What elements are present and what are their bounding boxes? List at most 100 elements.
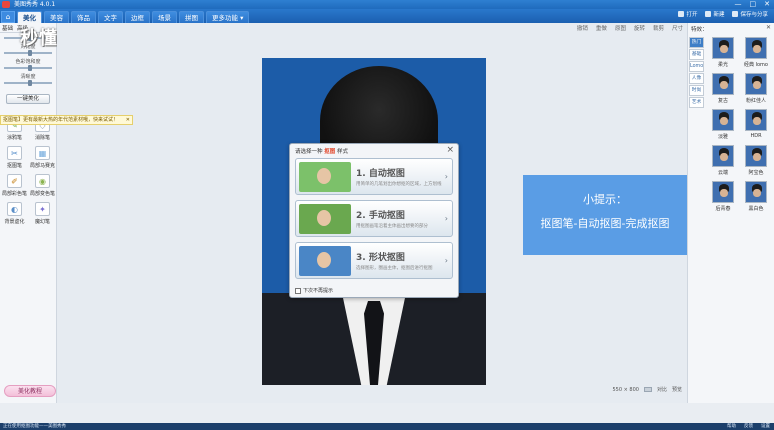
effect-item[interactable]: 后青春 xyxy=(708,181,738,214)
tool-mosaic[interactable]: ▦ 局部马赛克 xyxy=(29,146,56,171)
promo-tip-bar: 抠图笔】更有最新大热的年代范素材哦，快来试试！ ✕ xyxy=(0,115,133,125)
sharpness-label: 清晰度 xyxy=(20,74,36,80)
effect-thumbnail xyxy=(745,73,767,95)
cutout-pen-icon: ✂ xyxy=(7,146,22,160)
compare-button[interactable]: 对比 xyxy=(657,386,667,393)
rotate-button[interactable]: 旋转 xyxy=(634,24,645,32)
auto-cutout-thumbnail xyxy=(299,161,351,192)
left-panel: 基础 高级 对比度 色彩饱和度 清晰度 一键美化 ✎ 涂鸦笔 ◇ 消除笔 ✂ 抠图笔 … xyxy=(0,23,57,403)
one-click-beautify-button[interactable]: 一键美化 xyxy=(6,94,50,104)
effect-thumbnail xyxy=(712,109,734,131)
feedback-link[interactable]: 反馈 xyxy=(744,423,753,430)
app-logo-icon xyxy=(2,1,10,8)
folder-icon xyxy=(678,11,685,17)
recolor-pen-icon: ◉ xyxy=(35,174,50,188)
effect-item[interactable]: 云端 xyxy=(708,145,738,178)
shape-cutout-desc: 选择图形，圈画主体，抠图后进行抠图 xyxy=(356,266,433,271)
effect-item[interactable]: HDR xyxy=(741,109,771,142)
tab-more[interactable]: 更多功能 ▾ xyxy=(206,11,250,23)
tab-beautify[interactable]: 美化 xyxy=(17,11,42,23)
save-share-button[interactable]: 保存与分享 xyxy=(732,10,768,18)
undo-button[interactable]: 撤销 xyxy=(577,24,588,32)
zoom-control[interactable] xyxy=(643,387,652,392)
effect-item[interactable]: 经典 lomo xyxy=(741,37,771,70)
maximize-button[interactable]: □ xyxy=(750,0,757,9)
sharpness-slider[interactable] xyxy=(4,80,52,86)
effect-cat-portrait[interactable]: 人像 xyxy=(689,73,704,84)
hint-box: 小提示： 抠图笔-自动抠图-完成抠图 xyxy=(523,175,687,255)
settings-link[interactable]: 设置 xyxy=(761,423,770,430)
effect-thumbnail xyxy=(745,37,767,59)
cutout-style-dialog: 请选择一种 抠图 样式 × 1. 自动抠图 用简单的几笔划出你想抠的区域，上方划… xyxy=(289,143,459,298)
tool-color-pen[interactable]: ✐ 局部彩色笔 xyxy=(1,174,28,199)
effect-thumbnail xyxy=(745,181,767,203)
tab-accessories[interactable]: 饰品 xyxy=(71,11,96,23)
canvas-status: 550 × 800 对比 预览 xyxy=(612,386,683,394)
crop-button[interactable]: 裁剪 xyxy=(653,24,664,32)
original-button[interactable]: 原图 xyxy=(615,24,626,32)
shape-cutout-title: 3. 形状抠图 xyxy=(356,253,405,263)
effect-item[interactable]: 粉红佳人 xyxy=(741,73,771,106)
tab-scene[interactable]: 场景 xyxy=(152,11,177,23)
tab-text[interactable]: 文字 xyxy=(98,11,123,23)
open-button[interactable]: 打开 xyxy=(678,10,697,18)
effect-cat-hot[interactable]: 热门 xyxy=(689,37,704,48)
color-pen-icon: ✐ xyxy=(7,174,22,188)
resize-button[interactable]: 尺寸 xyxy=(672,24,683,32)
auto-cutout-option[interactable]: 1. 自动抠图 用简单的几笔划出你想抠的区域，上方划线 › xyxy=(295,158,453,195)
tool-recolor-pen[interactable]: ◉ 局部变色笔 xyxy=(29,174,56,199)
tab-collage[interactable]: 拼图 xyxy=(179,11,204,23)
beautify-tutorial-button[interactable]: 美化教程 xyxy=(4,385,56,397)
save-icon xyxy=(732,11,739,17)
effects-title: 特效： xyxy=(691,27,708,33)
effect-item[interactable]: 淡雅 xyxy=(708,109,738,142)
main-menu: ⌂ 美化 美容 饰品 文字 边框 场景 拼图 更多功能 ▾ xyxy=(0,9,774,23)
new-button[interactable]: 新建 xyxy=(705,10,724,18)
saturation-slider[interactable] xyxy=(4,65,52,71)
effects-close-icon[interactable]: ✕ xyxy=(766,24,771,31)
effect-cat-lomo[interactable]: Lomo xyxy=(689,61,704,72)
effect-cat-art[interactable]: 艺术 xyxy=(689,97,704,108)
tab-frame[interactable]: 边框 xyxy=(125,11,150,23)
close-button[interactable]: ✕ xyxy=(764,0,770,9)
minimize-button[interactable]: — xyxy=(735,0,742,9)
tool-cutout-pen[interactable]: ✂ 抠图笔 xyxy=(1,146,28,171)
background-blur-icon: ◐ xyxy=(7,202,22,216)
effect-item[interactable]: 柔光 xyxy=(708,37,738,70)
contrast-slider[interactable] xyxy=(4,50,52,56)
effects-panel: 特效： ✕ 热门 基础 Lomo 人像 时尚 艺术 柔光 经典 lomo 复古 … xyxy=(687,23,774,403)
effect-cat-basic[interactable]: 基础 xyxy=(689,49,704,60)
manual-cutout-thumbnail xyxy=(299,203,351,234)
manual-cutout-title: 2. 手动抠图 xyxy=(356,211,405,221)
effect-item[interactable]: 复古 xyxy=(708,73,738,106)
effect-thumbnail xyxy=(712,37,734,59)
saturation-label: 色彩饱和度 xyxy=(15,59,41,65)
title-bar: 美图秀秀 4.0.1 — □ ✕ xyxy=(0,0,774,9)
tool-background-blur[interactable]: ◐ 背景虚化 xyxy=(1,202,28,227)
status-bar: 正在使用抠图功能——美图秀秀 帮助 反馈 设置 xyxy=(0,423,774,430)
effect-thumbnail xyxy=(745,145,767,167)
left-tab-basic[interactable]: 基础 xyxy=(0,23,15,32)
close-icon[interactable]: ✕ xyxy=(126,116,130,124)
preview-button[interactable]: 预览 xyxy=(672,386,682,393)
manual-cutout-option[interactable]: 2. 手动抠图 用抠图画笔沿着主体画出想要的部分 › xyxy=(295,200,453,237)
tool-magic-pen[interactable]: ✦ 魔幻笔 xyxy=(29,202,56,227)
tab-beauty[interactable]: 美容 xyxy=(44,11,69,23)
help-link[interactable]: 帮助 xyxy=(727,423,736,430)
redo-button[interactable]: 重做 xyxy=(596,24,607,32)
effect-item[interactable]: 黑白色 xyxy=(741,181,771,214)
effect-item[interactable]: 阿宝色 xyxy=(741,145,771,178)
effect-thumbnail xyxy=(712,73,734,95)
dont-show-again-checkbox[interactable] xyxy=(295,287,301,294)
dont-show-again[interactable]: 下次不再提示 xyxy=(295,287,333,294)
promo-tip-text: 抠图笔】更有最新大热的年代范素材哦，快来试试！ xyxy=(3,117,119,123)
status-text: 正在使用抠图功能——美图秀秀 xyxy=(3,424,66,429)
app-title: 美图秀秀 4.0.1 xyxy=(14,1,56,8)
home-icon[interactable]: ⌂ xyxy=(1,11,15,23)
shape-cutout-option[interactable]: 3. 形状抠图 选择图形，圈画主体，抠图后进行抠图 › xyxy=(295,242,453,279)
effect-cat-fashion[interactable]: 时尚 xyxy=(689,85,704,96)
auto-cutout-title: 1. 自动抠图 xyxy=(356,169,405,179)
dialog-close-icon[interactable]: × xyxy=(446,145,454,155)
image-size: 550 × 800 xyxy=(612,386,639,393)
effect-thumbnail xyxy=(712,181,734,203)
